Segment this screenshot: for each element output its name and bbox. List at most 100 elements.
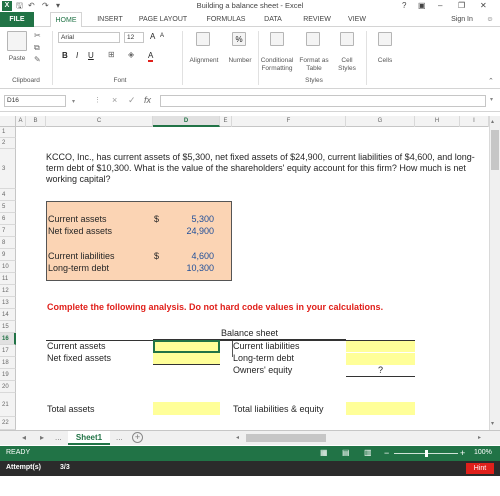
cells-icon[interactable] <box>378 32 392 46</box>
font-color-button[interactable]: A <box>148 51 154 62</box>
tab-view[interactable]: VIEW <box>342 12 372 27</box>
horizontal-scroll-thumb[interactable] <box>246 434 326 442</box>
more-sheets-left[interactable]: ... <box>55 433 62 442</box>
column-header-e[interactable]: E <box>220 116 232 127</box>
row-header-5[interactable]: 5 <box>0 201 16 213</box>
given-current-liab-value[interactable]: 4,600 <box>166 251 214 262</box>
bs-total-assets-input[interactable] <box>153 402 220 415</box>
column-header-f[interactable]: F <box>232 116 346 127</box>
cut-icon[interactable]: ✂ <box>34 31 41 40</box>
bs-net-fixed-input[interactable] <box>153 353 220 365</box>
row-header-14[interactable]: 14 <box>0 309 16 321</box>
more-options-icon[interactable]: ⋮ <box>94 96 101 104</box>
bold-button[interactable]: B <box>62 51 68 60</box>
more-sheets-right[interactable]: ... <box>116 433 123 442</box>
normal-view-icon[interactable]: ▦ <box>320 448 328 457</box>
format-as-table-button[interactable]: Format as <box>298 57 330 65</box>
help-icon[interactable]: ? <box>402 0 406 12</box>
row-header-16[interactable]: 16 <box>0 333 16 345</box>
row-header-12[interactable]: 12 <box>0 285 16 297</box>
tab-page-layout[interactable]: PAGE LAYOUT <box>134 12 192 27</box>
number-button[interactable]: Number <box>224 57 256 65</box>
shrink-font-icon[interactable]: A <box>160 33 164 39</box>
scroll-down-icon[interactable]: ▾ <box>491 420 494 427</box>
row-header-11[interactable]: 11 <box>0 273 16 285</box>
cells-button[interactable]: Cells <box>368 57 402 65</box>
row-header-13[interactable]: 13 <box>0 297 16 309</box>
row-header-20[interactable]: 20 <box>0 381 16 393</box>
row-header-15[interactable]: 15 <box>0 321 16 333</box>
row-header-8[interactable]: 8 <box>0 237 16 249</box>
page-break-view-icon[interactable]: ▥ <box>364 448 372 457</box>
hscroll-right-icon[interactable]: ▸ <box>478 434 481 441</box>
tab-home[interactable]: HOME <box>50 12 82 28</box>
sheet-tab-sheet1[interactable]: Sheet1 <box>68 431 110 445</box>
hint-button[interactable]: Hint <box>466 463 494 474</box>
column-header-h[interactable]: H <box>415 116 460 127</box>
bs-total-le-input[interactable] <box>346 402 415 415</box>
row-header-22[interactable]: 22 <box>0 417 16 430</box>
tab-formulas[interactable]: FORMULAS <box>202 12 250 27</box>
zoom-out-button[interactable]: − <box>384 448 389 458</box>
row-header-3[interactable]: 3 <box>0 149 16 189</box>
row-header-6[interactable]: 6 <box>0 213 16 225</box>
row-header-17[interactable]: 17 <box>0 345 16 357</box>
row-header-7[interactable]: 7 <box>0 225 16 237</box>
next-sheet-icon[interactable]: ▸ <box>40 433 44 442</box>
format-painter-icon[interactable]: ✎ <box>34 55 41 64</box>
column-header-i[interactable]: I <box>460 116 489 127</box>
borders-icon[interactable]: ⊞ <box>108 50 115 59</box>
cancel-icon[interactable]: × <box>112 95 117 105</box>
format-as-table-icon[interactable] <box>306 32 320 46</box>
grow-font-icon[interactable]: A <box>150 32 155 41</box>
select-all-button[interactable] <box>0 116 16 127</box>
minimize-icon[interactable]: – <box>438 0 442 12</box>
fill-color-icon[interactable]: ◈ <box>128 50 134 59</box>
zoom-slider-thumb[interactable] <box>425 450 428 457</box>
zoom-level[interactable]: 100% <box>474 449 492 456</box>
column-header-d[interactable]: D <box>153 116 220 127</box>
given-ltd-value[interactable]: 10,300 <box>166 263 214 274</box>
bs-current-assets-input[interactable] <box>153 340 220 353</box>
sign-in-link[interactable]: Sign In <box>442 12 482 27</box>
row-header-10[interactable]: 10 <box>0 261 16 273</box>
column-header-b[interactable]: B <box>26 116 46 127</box>
enter-icon[interactable]: ✓ <box>128 95 136 106</box>
cell-styles-icon[interactable] <box>340 32 354 46</box>
row-header-18[interactable]: 18 <box>0 357 16 369</box>
ribbon-display-icon[interactable]: ▣ <box>418 0 426 12</box>
prev-sheet-icon[interactable]: ◂ <box>22 433 26 442</box>
column-header-c[interactable]: C <box>46 116 153 127</box>
conditional-formatting-button[interactable]: Conditional <box>258 57 296 65</box>
hscroll-left-icon[interactable]: ◂ <box>236 434 239 441</box>
user-icon[interactable]: ☺ <box>484 12 496 27</box>
given-current-assets-value[interactable]: 5,300 <box>166 214 214 225</box>
scroll-thumb[interactable] <box>491 130 499 170</box>
collapse-ribbon-icon[interactable]: ⌃ <box>488 77 494 85</box>
bs-equity-value[interactable]: ? <box>346 365 415 377</box>
row-header-9[interactable]: 9 <box>0 249 16 261</box>
vertical-scrollbar[interactable]: ▴ ▾ <box>489 116 500 430</box>
insert-function-icon[interactable]: fx <box>144 95 151 105</box>
row-header-2[interactable]: 2 <box>0 138 16 149</box>
formula-input[interactable] <box>160 95 486 107</box>
row-header-4[interactable]: 4 <box>0 189 16 201</box>
paste-button[interactable]: Paste <box>2 55 32 63</box>
copy-icon[interactable]: ⧉ <box>34 43 40 53</box>
tab-review[interactable]: REVIEW <box>298 12 336 27</box>
name-box-dropdown-icon[interactable]: ▾ <box>72 98 75 105</box>
alignment-icon[interactable] <box>196 32 210 46</box>
underline-button[interactable]: U <box>88 51 94 60</box>
name-box[interactable]: D16 <box>4 95 66 107</box>
expand-formula-bar-icon[interactable]: ▾ <box>490 96 493 103</box>
zoom-in-button[interactable]: + <box>460 448 465 458</box>
column-header-a[interactable]: A <box>16 116 26 127</box>
font-size-select[interactable]: 12 <box>124 32 144 43</box>
bs-current-liab-input[interactable] <box>346 341 415 352</box>
restore-icon[interactable]: ❐ <box>458 0 465 12</box>
row-header-21[interactable]: 21 <box>0 393 16 417</box>
add-sheet-icon[interactable]: + <box>132 432 143 443</box>
row-header-1[interactable]: 1 <box>0 127 16 138</box>
close-icon[interactable]: ✕ <box>480 0 487 12</box>
page-layout-view-icon[interactable]: ▤ <box>342 448 350 457</box>
